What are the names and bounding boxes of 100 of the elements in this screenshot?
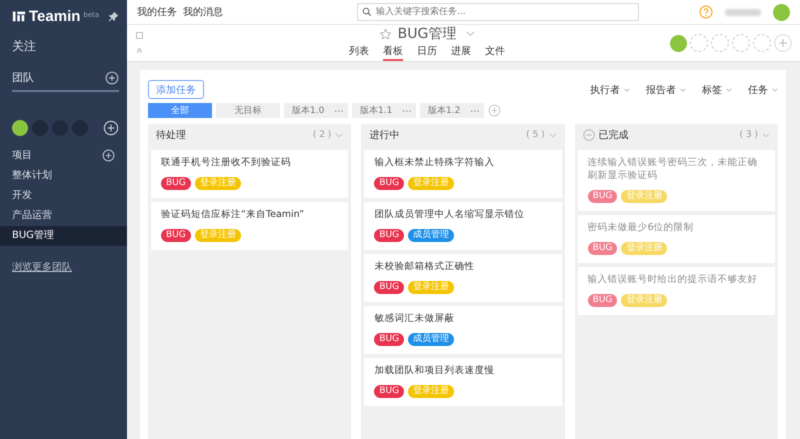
column-title: 进行中 <box>369 128 400 142</box>
team-heading: 团队 <box>12 70 34 85</box>
tag: BUG <box>588 294 618 307</box>
project-title: BUG管理 <box>398 25 456 43</box>
tag: BUG <box>374 333 404 346</box>
user-avatar[interactable] <box>773 4 790 20</box>
star-icon[interactable] <box>378 28 392 40</box>
column-count: ( 2 ) <box>312 130 332 140</box>
help-icon[interactable] <box>699 5 713 19</box>
view-tab[interactable]: 日历 <box>417 44 437 61</box>
member-avatar[interactable] <box>670 34 687 52</box>
project-item[interactable]: 整体计划 <box>0 166 127 186</box>
project-item[interactable]: BUG管理 <box>0 226 127 246</box>
chevron-icon <box>680 88 686 92</box>
follow-heading[interactable]: 关注 <box>0 24 127 70</box>
more-icon[interactable] <box>470 108 480 112</box>
filter-tab[interactable]: 无目标 <box>216 103 280 118</box>
task-card[interactable]: 团队成员管理中人名缩写显示错位 BUG 成员管理 <box>364 202 562 250</box>
logo: Teamin <box>29 8 80 24</box>
version-filter[interactable]: 版本1.2 <box>420 103 484 118</box>
task-card[interactable]: 输入错误账号时给出的提示语不够友好 BUG 登录注册 <box>578 267 775 315</box>
project-item[interactable]: 产品运营 <box>0 206 127 226</box>
add-member-icon[interactable] <box>774 34 792 52</box>
tag: 登录注册 <box>408 385 454 398</box>
task-title: 输入错误账号时给出的提示语不够友好 <box>588 273 759 286</box>
task-card[interactable]: 密码未做最少6位的限制 BUG 登录注册 <box>578 215 775 263</box>
tag: 登录注册 <box>194 177 241 190</box>
column-count: ( 5 ) <box>526 130 545 140</box>
tag: BUG <box>374 177 404 190</box>
empty-member-slot[interactable] <box>732 34 750 52</box>
tag: BUG <box>161 177 191 190</box>
tag: BUG <box>588 190 618 203</box>
filter-dropdown[interactable]: 任务 <box>748 82 778 96</box>
task-title: 密码未做最少6位的限制 <box>588 221 695 234</box>
add-task-button[interactable]: 添加任务 <box>148 80 204 99</box>
tag: 登录注册 <box>621 190 668 203</box>
add-icon[interactable] <box>105 70 119 84</box>
tag: 登录注册 <box>621 294 668 307</box>
tag: BUG <box>374 281 404 294</box>
tag: 成员管理 <box>408 333 454 346</box>
task-title: 验证码短信应标注“来自Teamin” <box>161 208 306 221</box>
nav-link[interactable]: 我的消息 <box>183 5 223 19</box>
task-card[interactable]: 未校验邮箱格式正确性 BUG 登录注册 <box>364 254 562 302</box>
task-title: 连续输入错误账号密码三次，未能正确刷新显示验证码 <box>588 156 759 182</box>
column-count: ( 3 ) <box>740 130 758 140</box>
chevron-icon <box>772 88 778 92</box>
tag: 登录注册 <box>194 229 241 242</box>
filter-dropdown[interactable]: 标签 <box>702 82 732 96</box>
view-tab[interactable]: 列表 <box>349 44 369 61</box>
task-title: 团队成员管理中人名缩写显示错位 <box>374 208 526 221</box>
tag: BUG <box>588 242 618 255</box>
pin-icon[interactable] <box>108 10 119 22</box>
tag: 登录注册 <box>408 177 454 190</box>
task-title: 联通手机号注册收不到验证码 <box>161 156 292 169</box>
view-tab[interactable]: 文件 <box>485 44 505 61</box>
add-icon[interactable] <box>102 148 115 162</box>
version-filter[interactable]: 版本1.1 <box>352 103 416 118</box>
tag: 成员管理 <box>408 229 454 242</box>
tag: BUG <box>161 229 191 242</box>
empty-member-slot[interactable] <box>753 34 771 52</box>
task-title: 输入框未禁止特殊字符输入 <box>374 156 496 169</box>
task-card[interactable]: 验证码短信应标注“来自Teamin” BUG 登录注册 <box>151 202 348 250</box>
chevron-icon[interactable] <box>548 132 557 138</box>
add-icon[interactable] <box>103 120 119 136</box>
more-icon[interactable] <box>334 108 344 112</box>
browse-teams-link[interactable]: 浏览更多团队 <box>12 262 72 273</box>
task-title: 加载团队和项目列表速度慢 <box>374 364 496 377</box>
empty-member-slot[interactable] <box>690 34 708 52</box>
tag: BUG <box>374 385 404 398</box>
logo-icon <box>12 9 26 23</box>
task-card[interactable]: 输入框未禁止特殊字符输入 BUG 登录注册 <box>364 150 562 198</box>
collapse-icon[interactable] <box>135 46 144 55</box>
empty-member-slot[interactable] <box>711 34 729 52</box>
task-card[interactable]: 连续输入错误账号密码三次，未能正确刷新显示验证码 BUG 登录注册 <box>578 150 775 211</box>
view-tab[interactable]: 进展 <box>451 44 471 61</box>
column-title: 已完成 <box>598 128 629 142</box>
search-field[interactable]: 输入关键字搜索任务... <box>357 3 639 21</box>
task-title: 未校验邮箱格式正确性 <box>374 260 476 273</box>
chevron-icon <box>624 88 630 92</box>
project-item[interactable]: 开发 <box>0 186 127 206</box>
chevron-icon[interactable] <box>466 31 476 37</box>
more-icon[interactable] <box>402 108 412 112</box>
nav-link[interactable]: 我的任务 <box>137 5 177 19</box>
chevron-icon <box>726 88 732 92</box>
expand-icon[interactable] <box>135 31 144 40</box>
tag: 登录注册 <box>408 281 454 294</box>
filter-dropdown[interactable]: 报告者 <box>646 82 686 96</box>
tag: 登录注册 <box>621 242 668 255</box>
chevron-icon[interactable] <box>335 132 344 138</box>
task-card[interactable]: 加载团队和项目列表速度慢 BUG 登录注册 <box>364 358 562 406</box>
column-title: 待处理 <box>156 128 186 142</box>
filter-dropdown[interactable]: 执行者 <box>590 82 630 96</box>
chevron-icon[interactable] <box>762 132 770 138</box>
version-filter[interactable]: 版本1.0 <box>284 103 348 118</box>
task-title: 敏感词汇未做屏蔽 <box>374 312 456 325</box>
task-card[interactable]: 联通手机号注册收不到验证码 BUG 登录注册 <box>151 150 348 198</box>
task-card[interactable]: 敏感词汇未做屏蔽 BUG 成员管理 <box>364 306 562 354</box>
avatar[interactable] <box>12 120 28 136</box>
tag: BUG <box>374 229 404 242</box>
projects-heading: 项目 <box>12 149 32 162</box>
